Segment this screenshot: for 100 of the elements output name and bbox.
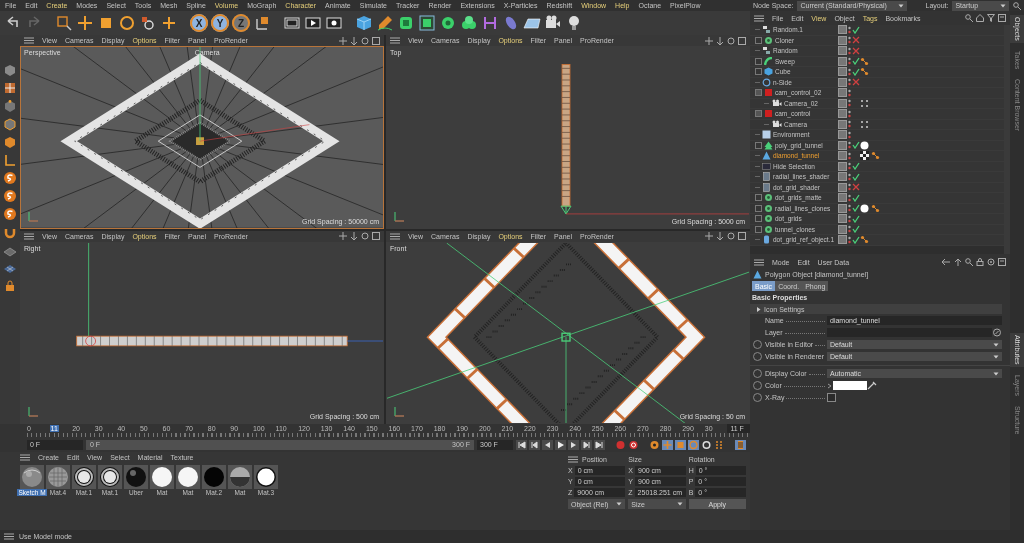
new-window-icon[interactable] [998,14,1006,22]
expand-toggle[interactable] [755,215,762,223]
key-points-icon[interactable] [714,439,725,450]
key-parameter-icon[interactable] [701,439,712,450]
texture-mode-icon[interactable] [3,81,17,95]
phong-tag-icon[interactable] [860,67,869,77]
go-to-start-icon[interactable] [516,439,527,450]
check-icon[interactable] [852,25,860,34]
axis-lock-button[interactable]: Y [211,14,229,32]
expand-toggle[interactable] [755,194,762,202]
material-swatch-icon[interactable] [150,465,174,489]
axis-mode-icon[interactable] [3,153,17,167]
visibility-dots-icon[interactable] [848,225,851,234]
maximize-icon[interactable] [738,36,746,45]
pan-icon[interactable] [339,36,347,45]
settings-icon[interactable] [987,258,995,266]
visibility-dots-icon[interactable] [848,109,851,118]
menu-icon[interactable] [568,455,578,463]
up-icon[interactable] [954,258,962,266]
cross-icon[interactable] [852,46,860,55]
protection-tag-icon[interactable] [860,119,869,129]
visibility-dots-icon[interactable] [848,172,851,181]
orbit-icon[interactable] [361,232,369,240]
dropdown-caret-icon[interactable] [993,342,999,347]
visibility-dots-icon[interactable] [848,204,851,213]
expand-caret-icon[interactable] [756,306,761,312]
menu-icon[interactable] [4,533,14,540]
autokey-icon[interactable] [628,439,639,450]
orbit-icon[interactable] [727,232,735,240]
dropdown-caret-icon[interactable] [993,371,999,376]
visibility-dots-icon[interactable] [848,141,851,150]
visibility-dots-icon[interactable] [848,183,851,192]
protection-tag-icon[interactable] [860,98,869,108]
maximize-icon[interactable] [738,232,746,240]
orbit-icon[interactable] [727,36,735,45]
material-swatch-icon[interactable] [176,465,200,489]
check-icon[interactable] [852,141,860,150]
key-position-icon[interactable] [662,439,673,450]
expand-toggle[interactable] [755,68,762,76]
lock-icon[interactable] [3,279,17,293]
new-window-icon[interactable] [998,258,1006,266]
color-swatch[interactable] [833,381,867,390]
pan-icon[interactable] [705,232,713,240]
pan-icon[interactable] [339,232,347,240]
phong-tag-icon[interactable] [871,151,880,161]
home-icon[interactable] [976,14,984,22]
visibility-dots-icon[interactable] [848,88,851,97]
go-to-end-icon[interactable] [594,439,605,450]
menu-icon[interactable] [754,258,764,266]
layer-field[interactable] [827,328,992,337]
visibility-dots-icon[interactable] [848,235,851,244]
visibility-dots-icon[interactable] [848,99,851,108]
menu-icon[interactable] [390,232,400,240]
visibility-dots-icon[interactable] [848,193,851,202]
multi-cloner-icon[interactable] [460,14,478,32]
filter-icon[interactable] [987,14,995,22]
cross-icon[interactable] [852,183,860,192]
back-icon[interactable] [941,258,951,266]
dropdown-caret-icon[interactable] [993,354,999,359]
search-icon[interactable] [965,14,973,22]
axis-lock-button[interactable]: X [190,14,208,32]
move-icon[interactable] [76,14,94,32]
phong-tag-icon[interactable] [871,203,880,213]
cross-icon[interactable] [852,78,860,87]
cloner-icon[interactable] [439,14,457,32]
dropdown-caret-icon[interactable] [898,3,905,8]
sketch-icon[interactable] [3,189,17,203]
expand-toggle[interactable] [755,57,762,65]
zoom-icon[interactable] [716,36,724,45]
checker-tag-icon[interactable] [860,151,869,161]
menu-icon[interactable] [24,37,34,44]
zoom-icon[interactable] [350,232,358,240]
visibility-dots-icon[interactable] [848,120,851,129]
search-icon[interactable] [1013,1,1021,10]
material-tag-icon[interactable] [860,140,869,150]
visibility-dots-icon[interactable] [848,36,851,45]
expand-toggle[interactable] [755,141,762,149]
menu-icon[interactable] [20,454,30,461]
dropdown-caret-icon[interactable] [1000,3,1006,8]
dropdown-caret-icon[interactable] [616,502,623,506]
phong-tag-icon[interactable] [860,235,869,245]
previous-frame-icon[interactable] [542,439,553,450]
sketch-icon[interactable] [3,207,17,221]
visibility-dots-icon[interactable] [848,46,851,55]
rotate-icon[interactable] [118,14,136,32]
next-key-icon[interactable] [581,439,592,450]
zoom-icon[interactable] [350,36,358,45]
visibility-dots-icon[interactable] [848,130,851,139]
expand-toggle[interactable] [755,225,762,233]
previous-key-icon[interactable] [529,439,540,450]
timeline-icon[interactable] [735,439,746,450]
add-icon[interactable] [160,14,178,32]
material-swatch-icon[interactable] [202,465,226,489]
material-swatch-icon[interactable] [72,465,96,489]
menu-icon[interactable] [24,232,34,240]
maximize-icon[interactable] [372,36,380,45]
material-swatch-icon[interactable] [20,465,44,489]
material-swatch-icon[interactable] [124,465,148,489]
pick-icon[interactable] [992,328,1002,337]
search-icon[interactable] [965,258,973,266]
